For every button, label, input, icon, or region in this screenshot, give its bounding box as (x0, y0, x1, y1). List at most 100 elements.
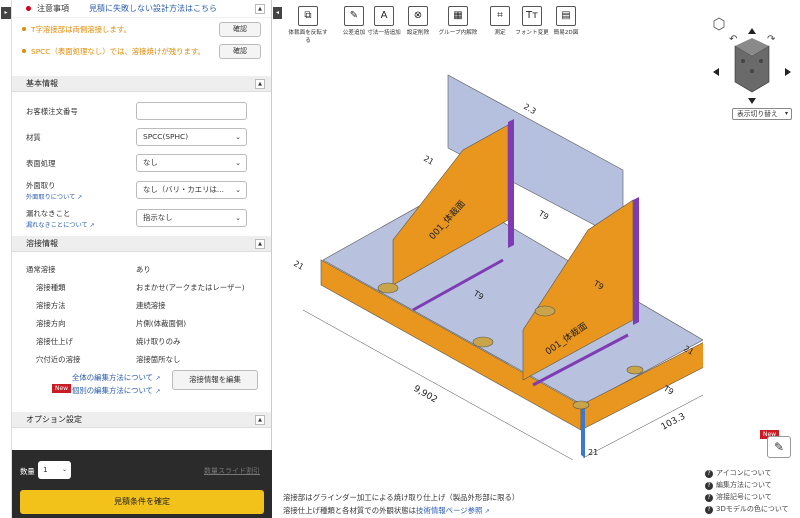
weld-links: 全体の編集方法について ↗ New 個別の編集方法について ↗ 溶接情報を編集 (12, 368, 271, 400)
weld-label: 穴付近の溶接 (36, 354, 81, 364)
tool-label: 簡易2D図 (553, 30, 579, 36)
tool-label: 設定削除 (406, 30, 430, 36)
external-link-icon: ↗ (77, 193, 83, 201)
tech-info-link[interactable]: 技術情報ページ参照 (416, 506, 482, 515)
material-row: 材質 SPCC(SPHC) ⌄ (12, 124, 271, 150)
help-weld-link[interactable]: ? 溶接記号について (705, 492, 772, 502)
chamfer-help-link[interactable]: 外面取りについて ↗ (26, 192, 82, 201)
chevron-down-icon: ⌄ (235, 186, 241, 194)
edit-weld-button[interactable]: 溶接情報を編集 (172, 370, 258, 390)
weld-label: 溶接方向 (36, 318, 66, 328)
section-title: オプション設定 (26, 415, 82, 424)
weld-row: 溶接種類 おまかせ(アークまたはレーザー) (12, 278, 271, 296)
corner-weld (581, 405, 585, 458)
arrow-down-icon[interactable] (748, 98, 756, 104)
section-title: 基本情報 (26, 79, 58, 88)
leak-select[interactable]: 指示なし ⌄ (136, 209, 247, 227)
2d-drawing-icon: ▤ (556, 6, 576, 26)
weld-row: 通常溶接 あり (12, 260, 271, 278)
external-link-icon: ↗ (89, 221, 95, 229)
weld-label: 通常溶接 (26, 264, 56, 274)
expand-panel-icon[interactable]: ◂ (273, 7, 282, 19)
caret-up-icon[interactable]: ▲ (255, 79, 265, 89)
order-number-input[interactable] (136, 102, 247, 120)
memo-edit-button[interactable]: ✎ (767, 436, 791, 458)
rib-weld (633, 197, 639, 325)
viewer-strip: ◂ (273, 0, 283, 518)
measure-icon: ⌗ (490, 6, 510, 26)
flip-face-button[interactable]: ⧉ 体裁面を反転する (288, 6, 328, 44)
material-select[interactable]: SPCC(SPHC) ⌄ (136, 128, 247, 146)
weld-value: おまかせ(アークまたはレーザー) (136, 282, 245, 292)
font-icon: Tт (522, 6, 542, 26)
caret-up-icon[interactable]: ▲ (255, 4, 265, 14)
tool-label: 公差追加 (342, 30, 366, 36)
warning-text: SPCC（表面処理なし）では、溶接焼けが残ります。 (31, 46, 205, 56)
caret-up-icon[interactable]: ▲ (255, 415, 265, 425)
help-color-link[interactable]: ? 3Dモデルの色について (705, 504, 789, 514)
arrow-left-icon[interactable] (713, 68, 719, 76)
edit-all-help-link[interactable]: 全体の編集方法について ↗ (72, 372, 160, 383)
view-cube[interactable]: ↶ ↷ (707, 10, 797, 122)
help-icon: ? (705, 494, 713, 502)
settings-panel: 注意事項 見積に失敗しない設計方法はこちら ▲ T字溶接部は両側溶接します。 確… (12, 0, 272, 518)
cube-dot (750, 69, 754, 73)
new-badge: New (52, 384, 72, 393)
weld-info-header[interactable]: 溶接情報 ▲ (12, 236, 271, 252)
confirm-quote-button[interactable]: 見積条件を確定 (20, 490, 264, 514)
dimension-label: 9,902 (412, 384, 439, 406)
dimension-label: 21 (292, 259, 305, 272)
3d-model-view[interactable]: 9,902 103.3 2.3 21 21 21 21 T9 T9 T9 T9 … (283, 60, 703, 460)
help-edit-link[interactable]: ? 編集方法について (705, 480, 772, 490)
tool-label: グループ内解除 (438, 30, 478, 36)
display-toggle-select[interactable]: 表示切り替え ▾ (732, 108, 792, 120)
select-value: 1 (43, 465, 48, 474)
hole (377, 282, 399, 294)
field-label: 表面処理 (26, 158, 56, 168)
basic-info-header[interactable]: 基本情報 ▲ (12, 76, 271, 92)
field-label: お客様注文番号 (26, 106, 78, 116)
quantity-discount-link[interactable]: 数量スライド割引 (204, 466, 260, 476)
ungroup-button[interactable]: ▦ グループ内解除 (438, 6, 478, 36)
dimension-label: 21 (422, 154, 435, 167)
edit-each-help-link[interactable]: 個別の編集方法について ↗ (72, 385, 160, 396)
chevron-down-icon: ▾ (784, 110, 788, 117)
confirm-warning-button[interactable]: 確認 (219, 43, 261, 59)
alert-dot-icon (26, 6, 31, 11)
hole (626, 365, 644, 375)
chevron-down-icon: ⌄ (61, 466, 67, 473)
options-header[interactable]: オプション設定 ▲ (12, 412, 271, 428)
order-number-row: お客様注文番号 (12, 98, 271, 124)
field-label: 外面取り (26, 180, 56, 190)
tool-label: 寸法一括追加 (367, 30, 401, 36)
surface-select[interactable]: なし ⌄ (136, 154, 247, 172)
hole (534, 305, 556, 317)
leak-help-link[interactable]: 漏れなきことについて ↗ (26, 220, 95, 229)
dimension-label: 21 (588, 448, 598, 457)
chamfer-select[interactable]: なし（バリ・カエリは... ⌄ (136, 181, 247, 199)
help-icons-link[interactable]: ? アイコンについて (705, 468, 771, 478)
design-tips-link[interactable]: 見積に失敗しない設計方法はこちら (89, 3, 217, 14)
caret-up-icon[interactable]: ▲ (255, 239, 265, 249)
weld-label: 溶接方法 (36, 300, 66, 310)
warning-item: SPCC（表面処理なし）では、溶接焼けが残ります。 確認 (12, 40, 271, 62)
hole (572, 400, 590, 410)
home-view-icon[interactable] (713, 17, 725, 31)
rotate-left-icon[interactable]: ↶ (729, 34, 737, 45)
weld-value: 連続溶接 (136, 300, 166, 310)
cube-dot (741, 59, 745, 63)
collapse-panel-icon[interactable]: ▸ (1, 7, 11, 19)
simple-2d-button[interactable]: ▤ 簡易2D図 (546, 6, 586, 36)
dimension-label: 2.3 (522, 102, 538, 116)
confirm-warning-button[interactable]: 確認 (219, 21, 261, 37)
arrow-right-icon[interactable] (785, 68, 791, 76)
arrow-up-icon[interactable] (748, 28, 756, 34)
rotate-right-icon[interactable]: ↷ (767, 34, 776, 45)
warning-dot-icon (22, 49, 26, 53)
delete-setting-button[interactable]: ⊗ 設定削除 (398, 6, 438, 36)
quantity-select[interactable]: 1 ⌄ (38, 461, 71, 479)
weld-value: 片側(体裁面側) (136, 318, 187, 328)
dimension-icon: A (374, 6, 394, 26)
warning-item: T字溶接部は両側溶接します。 確認 (12, 18, 271, 40)
warning-text: T字溶接部は両側溶接します。 (31, 24, 131, 34)
